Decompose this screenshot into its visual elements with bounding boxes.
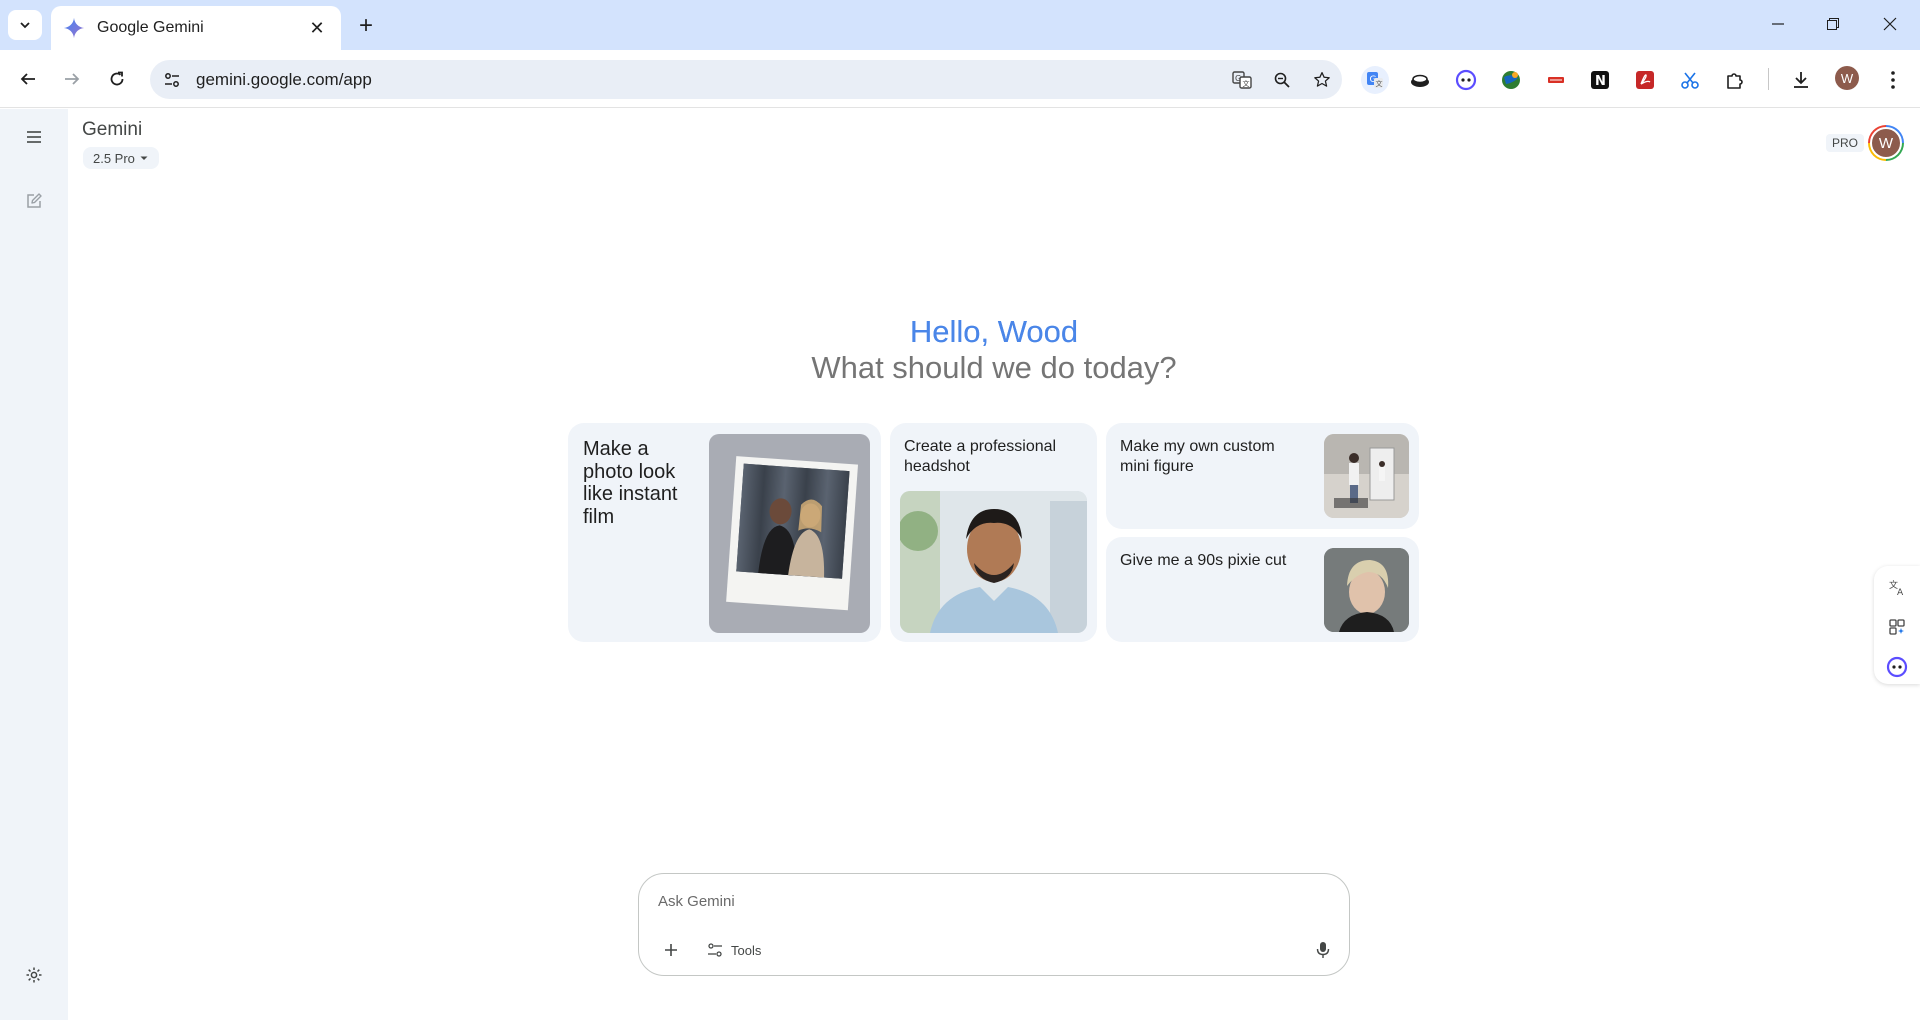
edit-square-icon xyxy=(27,193,42,208)
browser-toolbar: gemini.google.com/app G文 G文 N W xyxy=(0,50,1920,108)
address-bar[interactable]: gemini.google.com/app G文 xyxy=(150,60,1342,99)
more-menu-icon[interactable] xyxy=(1879,66,1907,94)
forward-button[interactable] xyxy=(56,63,88,95)
extensions-puzzle-icon[interactable] xyxy=(1721,66,1749,94)
model-name: 2.5 Pro xyxy=(93,150,135,166)
close-tab-icon[interactable]: ✕ xyxy=(305,16,329,40)
browser-profile-avatar[interactable]: W xyxy=(1835,66,1859,90)
monica-side-button[interactable] xyxy=(1884,654,1910,680)
globe-extension-icon[interactable] xyxy=(1497,66,1525,94)
scan-sparkle-icon xyxy=(1889,619,1905,635)
caret-down-icon xyxy=(140,156,148,160)
chevron-down-icon xyxy=(20,22,30,29)
hamburger-menu-icon xyxy=(27,131,41,143)
greeting-hello-text: Hello, Wood xyxy=(909,314,1079,349)
red-extension-icon[interactable] xyxy=(1542,66,1570,94)
suggestion-card-instant-film[interactable]: Make a photo look like instant film xyxy=(568,423,881,642)
toolbar-divider xyxy=(1768,68,1769,90)
mini-figure-image xyxy=(1324,434,1409,518)
app-sidebar xyxy=(0,109,68,1020)
microphone-icon xyxy=(1316,942,1330,958)
tab-title: Google Gemini xyxy=(97,19,204,36)
greeting-question: What should we do today? xyxy=(811,350,1177,385)
suggestion-card-headshot[interactable]: Create a professional headshot xyxy=(890,423,1097,642)
svg-text:文: 文 xyxy=(1376,79,1383,88)
bookmark-star-icon[interactable] xyxy=(1302,60,1342,99)
svg-text:G: G xyxy=(1235,74,1241,83)
screenshot-tool-button[interactable] xyxy=(1884,614,1910,640)
browser-tab[interactable]: Google Gemini ✕ xyxy=(51,6,341,50)
settings-button[interactable] xyxy=(18,959,50,991)
floating-side-panel: 文A xyxy=(1874,566,1920,684)
back-button[interactable] xyxy=(12,63,44,95)
scissors-extension-icon[interactable] xyxy=(1676,66,1704,94)
tab-strip: Google Gemini ✕ + xyxy=(0,0,1920,50)
ink-extension-icon[interactable] xyxy=(1406,66,1434,94)
card-label: Create a professional headshot xyxy=(904,438,1057,475)
card-label: Give me a 90s pixie cut xyxy=(1120,552,1287,569)
svg-text:文: 文 xyxy=(1243,79,1250,88)
add-attachment-button[interactable] xyxy=(655,934,687,966)
translate-page-icon[interactable]: G文 xyxy=(1222,60,1262,99)
voice-input-button[interactable] xyxy=(1307,934,1339,966)
close-icon xyxy=(1883,17,1897,31)
google-translate-extension-icon[interactable]: G文 xyxy=(1361,66,1389,94)
pixie-cut-image xyxy=(1324,548,1409,632)
gear-icon xyxy=(26,967,42,983)
monica-extension-icon[interactable] xyxy=(1452,66,1480,94)
gemini-sparkle-icon xyxy=(63,17,85,39)
arrow-left-icon xyxy=(20,73,35,85)
tab-search-button[interactable] xyxy=(8,10,42,40)
notion-extension-icon[interactable]: N xyxy=(1586,66,1614,94)
reload-icon xyxy=(110,71,124,86)
main-menu-button[interactable] xyxy=(18,121,50,153)
avatar-initial: W xyxy=(1870,127,1902,159)
close-window-button[interactable] xyxy=(1870,8,1910,40)
translate-icon: 文A xyxy=(1889,579,1904,596)
suggestion-card-mini-figure[interactable]: Make my own custom mini figure xyxy=(1106,423,1419,529)
pro-badge: PRO xyxy=(1826,134,1865,152)
plus-icon xyxy=(665,944,677,956)
model-selector[interactable]: 2.5 Pro xyxy=(83,147,159,169)
app-title: Gemini xyxy=(82,119,143,140)
card-label: Make a photo look like instant film xyxy=(583,438,678,528)
minimize-icon xyxy=(1772,23,1784,25)
url-text[interactable]: gemini.google.com/app xyxy=(194,70,1222,90)
card-label: Make my own custom mini figure xyxy=(1120,438,1275,475)
svg-text:A: A xyxy=(1897,588,1904,596)
tools-label: Tools xyxy=(731,942,762,958)
instant-film-photo-image xyxy=(709,434,870,633)
professional-headshot-image xyxy=(900,491,1087,633)
restore-icon xyxy=(1827,18,1839,30)
reload-button[interactable] xyxy=(101,63,133,95)
svg-text:N: N xyxy=(1595,74,1606,89)
acrobat-extension-icon[interactable] xyxy=(1631,66,1659,94)
downloads-icon[interactable] xyxy=(1787,66,1815,94)
tools-button[interactable]: Tools xyxy=(699,935,769,965)
arrow-right-icon xyxy=(65,73,80,85)
restore-button[interactable] xyxy=(1813,8,1853,40)
suggestion-card-pixie-cut[interactable]: Give me a 90s pixie cut xyxy=(1106,537,1419,642)
monica-icon xyxy=(1886,656,1908,678)
tune-icon xyxy=(708,943,722,957)
new-chat-button[interactable] xyxy=(18,185,50,217)
zoom-icon[interactable] xyxy=(1262,60,1302,99)
translate-tool-button[interactable]: 文A xyxy=(1884,574,1910,600)
greeting-hello: Hello, Wood xyxy=(0,314,1920,350)
site-info-icon[interactable] xyxy=(150,60,194,99)
new-tab-button[interactable]: + xyxy=(352,12,380,40)
account-avatar[interactable]: W xyxy=(1868,125,1904,161)
minimize-button[interactable] xyxy=(1758,8,1798,40)
prompt-input[interactable]: Ask Gemini xyxy=(658,893,735,910)
prompt-input-box[interactable]: Ask Gemini Tools xyxy=(638,873,1350,976)
